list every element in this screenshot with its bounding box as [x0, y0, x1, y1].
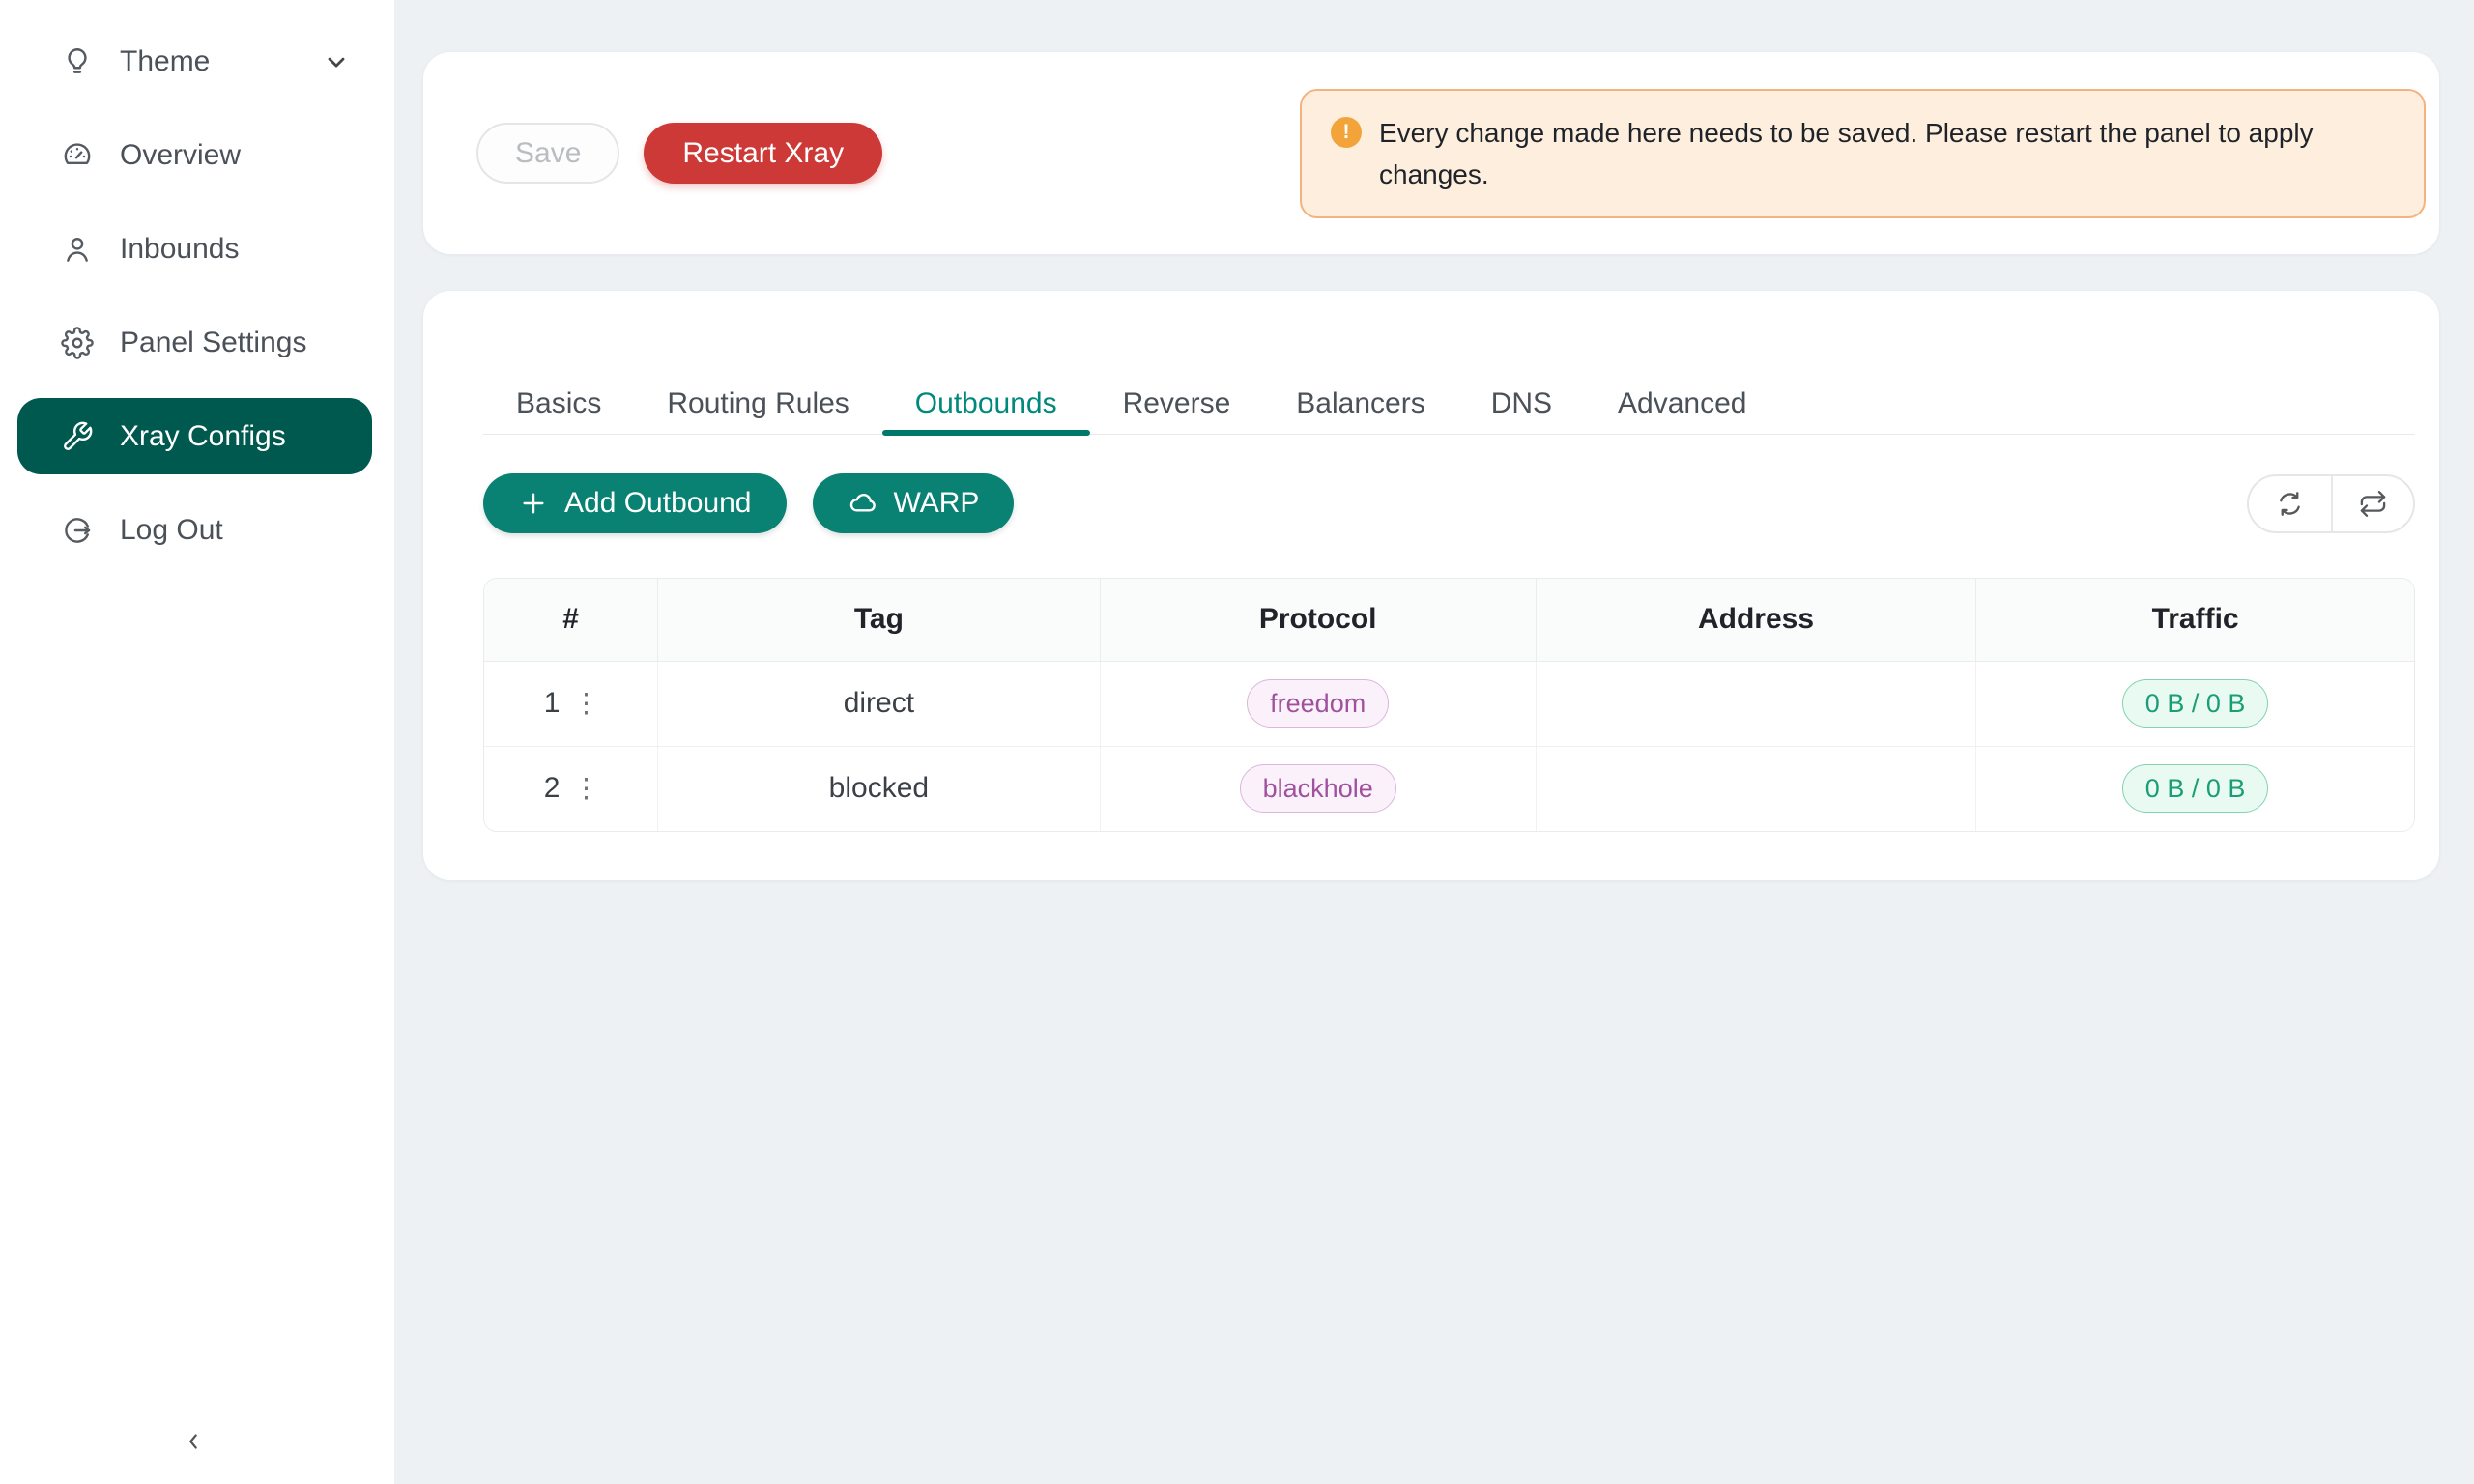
index-cell: 2 ⋮: [484, 746, 658, 831]
add-outbound-label: Add Outbound: [564, 487, 752, 520]
warning-icon: !: [1331, 117, 1362, 148]
column-header-tag: Tag: [658, 579, 1100, 661]
row-number: 2: [544, 772, 561, 805]
main-content: Save Restart Xray ! Every change made he…: [394, 0, 2474, 1484]
column-header-index: #: [484, 579, 658, 661]
tab-routing-rules[interactable]: Routing Rules: [634, 374, 881, 434]
sidebar-item-panel-settings[interactable]: Panel Settings: [0, 296, 394, 389]
protocol-badge: freedom: [1247, 679, 1389, 728]
address-cell: [1536, 661, 1975, 746]
table-header-row: # Tag Protocol Address Traffic: [484, 579, 2414, 661]
traffic-cell: 0 B / 0 B: [1976, 746, 2414, 831]
sidebar-collapse-button[interactable]: [172, 1420, 215, 1463]
tag-cell: blocked: [658, 746, 1100, 831]
restart-xray-button[interactable]: Restart Xray: [644, 123, 882, 184]
sidebar-item-overview[interactable]: Overview: [0, 108, 394, 202]
sidebar: Theme Overview: [0, 0, 394, 1484]
save-button[interactable]: Save: [476, 123, 619, 184]
table-row: 1 ⋮ direct freedom 0 B / 0 B: [484, 661, 2414, 746]
gear-icon: [60, 326, 95, 360]
logout-icon: [60, 513, 95, 548]
plus-icon: [518, 488, 549, 519]
tab-dns[interactable]: DNS: [1458, 374, 1585, 434]
chevron-left-icon: [181, 1427, 206, 1456]
table-row: 2 ⋮ blocked blackhole 0 B / 0 B: [484, 746, 2414, 831]
tab-outbounds[interactable]: Outbounds: [882, 374, 1090, 434]
column-header-protocol: Protocol: [1100, 579, 1536, 661]
row-number: 1: [544, 687, 561, 720]
sidebar-item-inbounds[interactable]: Inbounds: [0, 202, 394, 296]
address-cell: [1536, 746, 1975, 831]
repeat-button[interactable]: [2331, 476, 2413, 531]
wrench-icon: [60, 419, 95, 454]
column-header-traffic: Traffic: [1976, 579, 2414, 661]
traffic-badge: 0 B / 0 B: [2122, 764, 2269, 813]
protocol-badge: blackhole: [1240, 764, 1396, 813]
sidebar-item-log-out[interactable]: Log Out: [0, 483, 394, 577]
column-header-address: Address: [1536, 579, 1975, 661]
repeat-icon: [2358, 489, 2388, 519]
gauge-icon: [60, 138, 95, 173]
protocol-cell: freedom: [1100, 661, 1536, 746]
sidebar-item-label: Overview: [120, 139, 241, 172]
restart-warning-alert: ! Every change made here needs to be sav…: [1300, 89, 2426, 218]
sidebar-item-label: Theme: [120, 45, 210, 78]
kebab-menu-icon[interactable]: ⋮: [572, 775, 597, 802]
traffic-cell: 0 B / 0 B: [1976, 661, 2414, 746]
sidebar-item-label: Panel Settings: [120, 327, 306, 359]
cloud-icon: [848, 488, 878, 519]
refresh-button[interactable]: [2249, 476, 2331, 531]
outbounds-table: # Tag Protocol Address Traffic 1: [483, 578, 2415, 832]
sidebar-item-theme[interactable]: Theme: [0, 14, 394, 108]
tab-reverse[interactable]: Reverse: [1090, 374, 1264, 434]
lightbulb-icon: [60, 44, 95, 79]
chevron-down-icon: [323, 48, 350, 75]
kebab-menu-icon[interactable]: ⋮: [572, 690, 597, 717]
sidebar-item-label: Inbounds: [120, 233, 239, 266]
traffic-badge: 0 B / 0 B: [2122, 679, 2269, 728]
tab-advanced[interactable]: Advanced: [1585, 374, 1779, 434]
table-tools-group: [2247, 474, 2415, 533]
alert-text: Every change made here needs to be saved…: [1379, 112, 2395, 195]
sidebar-item-label: Log Out: [120, 514, 223, 547]
tab-balancers[interactable]: Balancers: [1263, 374, 1457, 434]
refresh-icon: [2275, 489, 2305, 519]
sidebar-item-xray-configs[interactable]: Xray Configs: [17, 398, 372, 474]
sidebar-item-label: Xray Configs: [120, 420, 286, 453]
xray-config-card: Basics Routing Rules Outbounds Reverse B…: [423, 291, 2439, 880]
protocol-cell: blackhole: [1100, 746, 1536, 831]
outbounds-actions-row: Add Outbound WARP: [483, 473, 2415, 533]
tag-cell: direct: [658, 661, 1100, 746]
warp-label: WARP: [894, 487, 980, 520]
add-outbound-button[interactable]: Add Outbound: [483, 473, 787, 533]
toolbar-card: Save Restart Xray ! Every change made he…: [423, 52, 2439, 254]
tab-basics[interactable]: Basics: [483, 374, 634, 434]
config-tabs: Basics Routing Rules Outbounds Reverse B…: [483, 291, 2415, 435]
user-icon: [60, 232, 95, 267]
app-root: Theme Overview: [0, 0, 2474, 1484]
index-cell: 1 ⋮: [484, 661, 658, 746]
warp-button[interactable]: WARP: [813, 473, 1015, 533]
